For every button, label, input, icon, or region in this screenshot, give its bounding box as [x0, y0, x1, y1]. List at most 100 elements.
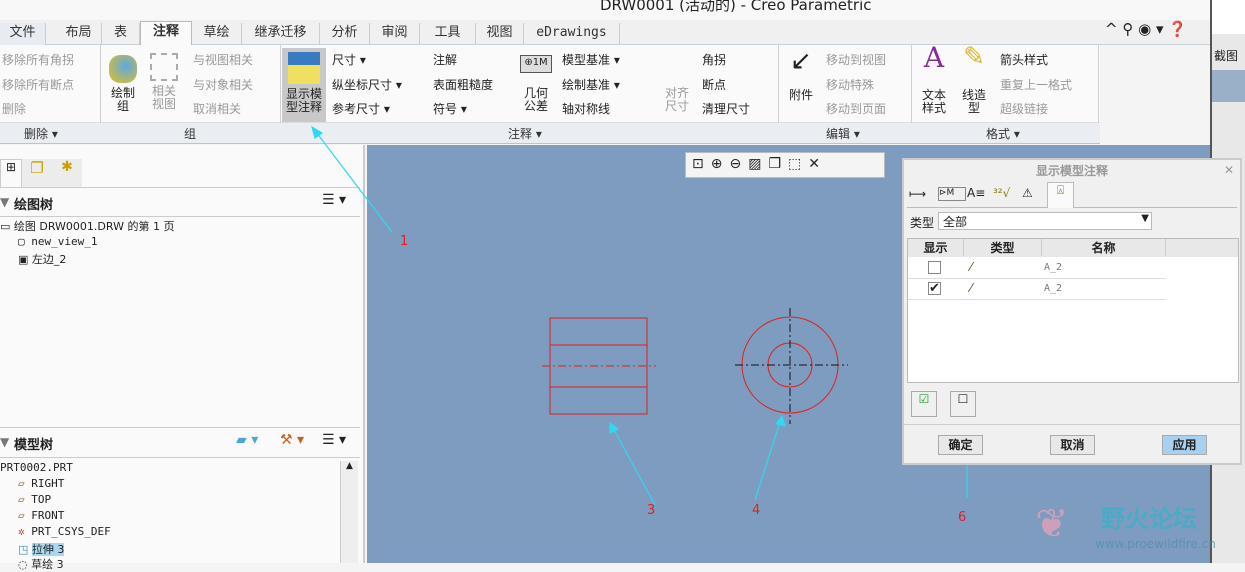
hyperlink[interactable]: 超级链接: [1000, 100, 1048, 117]
ok-button[interactable]: 确定: [938, 435, 983, 455]
delete-button[interactable]: 删除: [2, 100, 26, 117]
dimension-button[interactable]: 尺寸 ▾: [332, 51, 366, 68]
model-tree-item[interactable]: ✲ PRT_CSYS_DEF: [18, 525, 111, 538]
tab-symbols-icon[interactable]: ⚠: [1022, 186, 1033, 200]
tab-layout[interactable]: 布局: [56, 23, 102, 45]
axis-symmetry-button[interactable]: 轴对称线: [562, 100, 610, 117]
relate-to-object[interactable]: 与对象相关: [193, 76, 253, 93]
select-all-button[interactable]: ☑: [911, 391, 937, 417]
close-icon[interactable]: ✕: [1224, 163, 1234, 177]
tab-edrawings[interactable]: eDrawings: [524, 23, 620, 45]
attach-icon: ↙: [790, 46, 812, 76]
tab-view[interactable]: 视图: [476, 23, 524, 45]
model-tree-item-selected[interactable]: ◳ 拉伸 3: [18, 541, 65, 557]
table-row[interactable]: ⁄ A_2: [908, 258, 1166, 279]
draw-group-icon: [109, 55, 137, 83]
tab-table[interactable]: 表: [102, 23, 140, 45]
tab-surface-finish-icon[interactable]: ³²√: [993, 186, 1010, 200]
align-dimensions-label: 对齐尺寸: [664, 86, 689, 113]
unrelate[interactable]: 取消相关: [193, 100, 241, 117]
deselect-all-button[interactable]: ☐: [950, 391, 976, 417]
symbol-button[interactable]: 符号 ▾: [433, 100, 467, 117]
model-datum-label: 模型基准: [562, 53, 611, 67]
move-special[interactable]: 移动特殊: [826, 76, 874, 93]
geometric-tolerance-button[interactable]: ⊕1M 几何公差: [518, 55, 554, 113]
tab-datums-icon[interactable]: ⍓: [1047, 182, 1074, 208]
tab-dimensions-icon[interactable]: ⟼: [909, 187, 937, 201]
show-checkbox-checked[interactable]: ✔: [928, 282, 941, 295]
surface-finish-label: 表面粗糙度: [433, 78, 494, 92]
show-icon[interactable]: ▰ ▾: [236, 432, 258, 448]
arrow-style-button[interactable]: 箭头样式: [1000, 51, 1048, 68]
annotation-group-label[interactable]: 注释 ▾: [508, 125, 542, 142]
display-style-icon: ❒: [768, 156, 788, 172]
break-button[interactable]: 断点: [702, 76, 726, 93]
note-button[interactable]: 注解: [433, 51, 457, 68]
show-checkbox[interactable]: [928, 261, 941, 274]
tab-file[interactable]: 文件: [0, 23, 46, 45]
tab-sketch[interactable]: 草绘: [192, 23, 242, 45]
model-tree-scrollbar[interactable]: ▲: [340, 461, 358, 563]
related-view-button[interactable]: 相关视图: [145, 53, 183, 111]
cancel-button[interactable]: 取消: [1050, 435, 1095, 455]
drawing-tree-item[interactable]: ▣ 左边_2: [18, 251, 66, 267]
dimension-label: 尺寸: [332, 53, 357, 67]
tree-settings-icon[interactable]: ☰ ▾: [322, 192, 346, 208]
symbol-label: 符号: [433, 102, 458, 116]
zoom-out-icon: ⊖: [729, 156, 749, 172]
ribbon: 移除所有角拐 移除所有断点 删除 绘制组 相关视图 与视图相关 与对象相关 取消…: [0, 44, 1100, 123]
model-tree-item[interactable]: ▱ RIGHT: [18, 477, 64, 490]
note-label: 注解: [433, 53, 458, 67]
tab-review[interactable]: 审阅: [370, 23, 420, 45]
graphics-toolbar[interactable]: ⊡⊕⊖▨❒⬚✕: [685, 152, 885, 178]
show-model-annotations-button[interactable]: 显示模型注释: [282, 48, 326, 122]
model-tree-item[interactable]: ◌ 草绘 3: [18, 556, 64, 572]
delete-group-label[interactable]: 删除 ▾: [24, 125, 58, 142]
align-dimensions-button[interactable]: 对齐尺寸: [660, 87, 694, 113]
tree-settings-icon[interactable]: ☰ ▾: [322, 432, 346, 448]
format-group-label[interactable]: 格式 ▾: [986, 125, 1020, 142]
table-row[interactable]: ✔ ⁄ A_2: [908, 279, 1166, 300]
favorites-tab-icon[interactable]: ✱: [52, 159, 82, 187]
line-style-button[interactable]: ✎ 线造型: [956, 44, 992, 115]
move-to-view[interactable]: 移动到视图: [826, 51, 886, 68]
cleanup-dimensions-button[interactable]: 清理尺寸: [702, 100, 750, 117]
ordinate-dimension-button[interactable]: 纵坐标尺寸 ▾: [332, 76, 402, 93]
relate-to-view[interactable]: 与视图相关: [193, 51, 253, 68]
jog-button[interactable]: 角拐: [702, 51, 726, 68]
tools-icon[interactable]: ⚒ ▾: [280, 432, 304, 448]
draft-datum-button[interactable]: 绘制基准 ▾: [562, 76, 620, 93]
reference-dimension-button[interactable]: 参考尺寸 ▾: [332, 100, 390, 117]
repeat-last-format[interactable]: 重复上一格式: [1000, 76, 1072, 93]
tab-analysis[interactable]: 分析: [320, 23, 370, 45]
type-label: 类型: [910, 216, 935, 230]
model-tree-item[interactable]: ▱ TOP: [18, 493, 51, 506]
draw-group-button[interactable]: 绘制组: [104, 55, 142, 113]
move-to-sheet[interactable]: 移动到页面: [826, 100, 886, 117]
zoom-in-icon: ⊕: [710, 156, 730, 172]
apply-button[interactable]: 应用: [1162, 435, 1207, 455]
remove-all-jogs[interactable]: 移除所有角拐: [2, 51, 74, 68]
tab-legacy-migration[interactable]: 继承迁移: [242, 23, 320, 45]
tab-tools[interactable]: 工具: [420, 23, 476, 45]
drawing-tree-item[interactable]: ▢ new_view_1: [18, 235, 97, 248]
remove-all-breaks[interactable]: 移除所有断点: [2, 76, 74, 93]
folder-browser-tab-icon[interactable]: ❐: [22, 159, 52, 187]
model-tree-item[interactable]: ▱ FRONT: [18, 509, 64, 522]
help-icons[interactable]: ^ ⚲ ◉ ▾ ❓: [1105, 20, 1187, 38]
edit-group-label[interactable]: 编辑 ▾: [826, 125, 860, 142]
attach-button[interactable]: ↙ 附件: [784, 46, 818, 102]
tab-notes-icon[interactable]: A≡: [967, 186, 985, 200]
screenshot-label[interactable]: 截图: [1214, 47, 1238, 64]
tab-gtol-icon[interactable]: ⊳M: [938, 187, 966, 201]
type-select[interactable]: 全部 ▼: [938, 212, 1152, 230]
drawing-tree-item[interactable]: ▭ 绘图 DRW0001.DRW 的第 1 页: [0, 218, 174, 234]
model-datum-button[interactable]: 模型基准 ▾: [562, 51, 620, 68]
text-style-button[interactable]: A 文本样式: [918, 44, 950, 115]
show-model-annotations-icon: [288, 52, 320, 84]
model-tree-tab-icon[interactable]: ⊞: [0, 159, 22, 187]
tab-annotate[interactable]: 注释: [140, 21, 192, 46]
surface-finish-button[interactable]: 表面粗糙度: [433, 76, 493, 93]
row-name: A_2: [1044, 283, 1063, 294]
model-tree-item[interactable]: PRT0002.PRT: [0, 461, 73, 474]
